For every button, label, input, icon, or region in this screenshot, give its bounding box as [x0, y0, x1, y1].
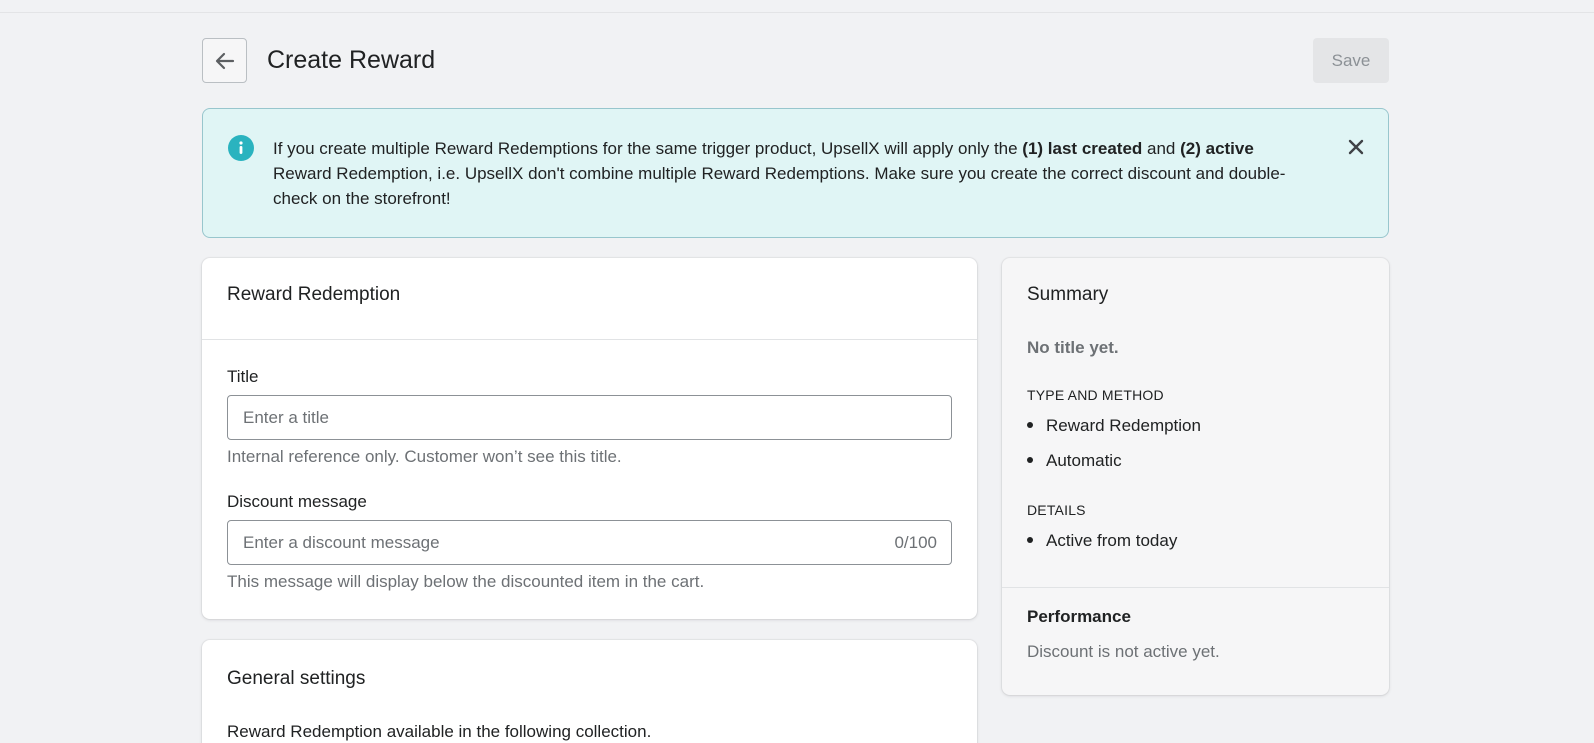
list-item: Reward Redemption	[1027, 416, 1201, 436]
back-button[interactable]	[202, 38, 247, 83]
discount-message-label: Discount message	[227, 492, 367, 511]
performance-text: Discount is not active yet.	[1027, 642, 1220, 661]
discount-message-help-text: This message will display below the disc…	[227, 572, 705, 591]
info-banner: If you create multiple Reward Redemption…	[202, 108, 1389, 238]
close-icon[interactable]	[1346, 137, 1366, 157]
general-settings-title: General settings	[227, 668, 366, 689]
list-item: Automatic	[1027, 451, 1122, 471]
discount-message-field[interactable]: 0/100	[227, 520, 952, 565]
character-counter: 0/100	[894, 533, 937, 552]
performance-title: Performance	[1027, 607, 1131, 626]
card-divider	[202, 339, 977, 340]
top-divider	[0, 12, 1594, 13]
title-help-text: Internal reference only. Customer won’t …	[227, 447, 622, 466]
summary-no-title: No title yet.	[1027, 338, 1119, 357]
details-heading: DETAILS	[1027, 502, 1086, 518]
general-settings-description: Reward Redemption available in the follo…	[227, 722, 652, 741]
summary-title: Summary	[1027, 284, 1109, 305]
reward-redemption-card: Reward Redemption Title Internal referen…	[202, 258, 977, 619]
discount-message-input[interactable]	[243, 521, 863, 564]
summary-card: Summary No title yet. TYPE AND METHOD Re…	[1002, 258, 1389, 695]
summary-divider	[1002, 587, 1389, 588]
page-title: Create Reward	[267, 46, 436, 74]
banner-bold-last-created: (1) last created	[1022, 139, 1143, 158]
card-title: Reward Redemption	[227, 284, 401, 305]
title-field[interactable]	[227, 395, 952, 440]
title-label: Title	[227, 367, 259, 386]
type-and-method-heading: TYPE AND METHOD	[1027, 387, 1164, 403]
info-icon	[228, 135, 254, 161]
general-settings-card: General settings Reward Redemption avail…	[202, 640, 977, 743]
page-header: Create Reward Save	[202, 38, 1389, 83]
title-input[interactable]	[243, 396, 863, 439]
list-item: Active from today	[1027, 531, 1177, 551]
save-button[interactable]: Save	[1313, 38, 1389, 83]
banner-message: If you create multiple Reward Redemption…	[273, 139, 1286, 208]
banner-bold-active: (2) active	[1180, 139, 1254, 158]
arrow-left-icon	[215, 52, 234, 69]
